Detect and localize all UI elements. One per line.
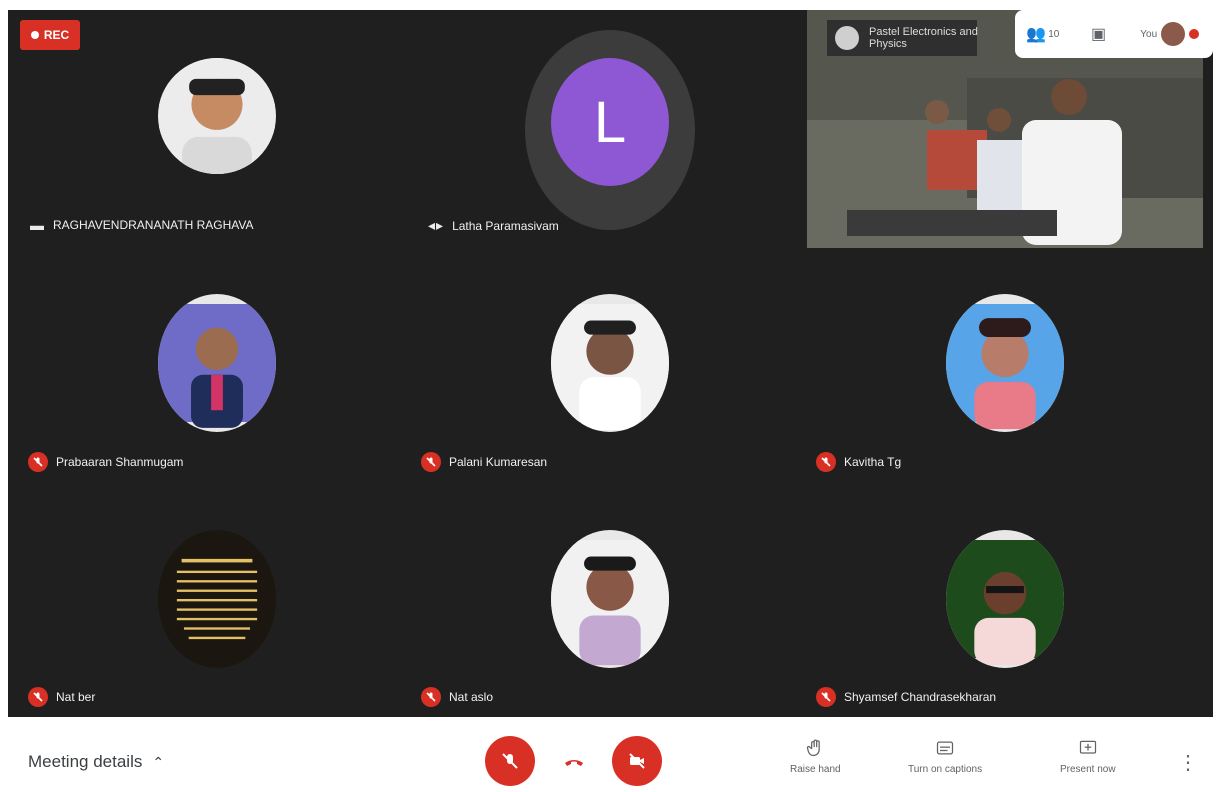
participant-avatar [946,530,1064,668]
participant-name-row: Nat ber [28,687,95,707]
chat-icon[interactable]: ▣ [1085,20,1113,48]
raise-hand-label: Raise hand [790,764,841,775]
participant-name-row: Prabaaran Shanmugam [28,452,183,472]
participant-name: Nat aslo [449,690,494,704]
video-banner-text: Pastel Electronics and Physics [869,26,978,50]
mic-off-icon [502,753,518,769]
self-view[interactable]: You [1140,22,1200,46]
avatar-initial: L [593,89,627,155]
microphone-toggle-button[interactable] [485,736,535,786]
participant-name-row: Palani Kumaresan [421,452,547,472]
participant-name: Shyamsef Chandrasekharan [844,690,997,704]
mic-off-icon [816,452,836,472]
more-options-icon[interactable]: ⋮ [1178,750,1198,775]
audio-level-icon: ◂▸ [428,217,445,233]
mic-off-icon [28,452,48,472]
people-icon[interactable]: 👥 10 [1026,20,1060,48]
record-dot-icon [30,31,39,39]
participant-avatar [158,530,276,668]
participant-name: Nat ber [56,690,96,704]
camera-off-icon [629,753,645,769]
participant-name: RAGHAVENDRANANATH RAGHAVA [53,218,254,232]
participant-name: Latha Paramasivam [452,218,559,233]
participant-name-row: Nat aslo [421,687,493,707]
mic-off-icon [421,452,441,472]
participant-name-row: ◂▸ Latha Paramasivam [428,217,559,234]
participant-avatar [551,294,669,432]
top-right-panel: 👥 10 ▣ You [1015,10,1213,58]
self-label: You [1140,28,1158,40]
recording-badge: REC [20,20,80,50]
participant-name-row: Kavitha Tg [816,452,901,472]
present-icon [1079,740,1096,754]
leave-call-button[interactable] [549,736,599,786]
camera-toggle-button[interactable] [612,736,662,786]
participant-name: Kavitha Tg [844,455,902,469]
captions-button[interactable]: Turn on captions [908,738,982,775]
participant-name-row: Shyamsef Chandrasekharan [816,687,996,707]
mic-off-icon [816,687,836,707]
meeting-details-label: Meeting details [28,752,143,771]
present-now-label: Present now [1060,764,1116,775]
participant-avatar [551,530,669,668]
participant-name: Palani Kumaresan [449,455,548,469]
recording-label: REC [43,28,70,42]
participant-name-row: ▬ RAGHAVENDRANANATH RAGHAVA [30,217,253,233]
mic-off-icon [421,687,441,707]
self-mic-off-icon [1189,29,1200,39]
meeting-toolbar: Meeting details ⌃ Raise hand Turn on cap… [0,720,1217,792]
participants-grid: REC ▬ RAGHAVENDRANANATH RAGHAVA L ◂▸ Lat… [8,10,1213,717]
chevron-up-icon: ⌃ [152,753,165,770]
letter-avatar: L [551,58,669,186]
audio-level-icon: ▬ [30,217,45,233]
participant-avatar [158,58,276,174]
raise-hand-button[interactable]: Raise hand [790,738,841,775]
mic-off-icon [28,687,48,707]
participant-name: Prabaaran Shanmugam [56,455,184,469]
present-now-button[interactable]: Present now [1060,738,1116,775]
meeting-details-button[interactable]: Meeting details ⌃ [28,752,164,772]
people-count: 10 [1048,28,1060,40]
participant-avatar [946,294,1064,432]
participant-avatar [158,294,276,432]
captions-label: Turn on captions [908,764,983,775]
self-avatar [1161,22,1186,46]
captions-icon [936,741,954,755]
raise-hand-icon [807,739,821,757]
hang-up-icon [565,760,583,766]
